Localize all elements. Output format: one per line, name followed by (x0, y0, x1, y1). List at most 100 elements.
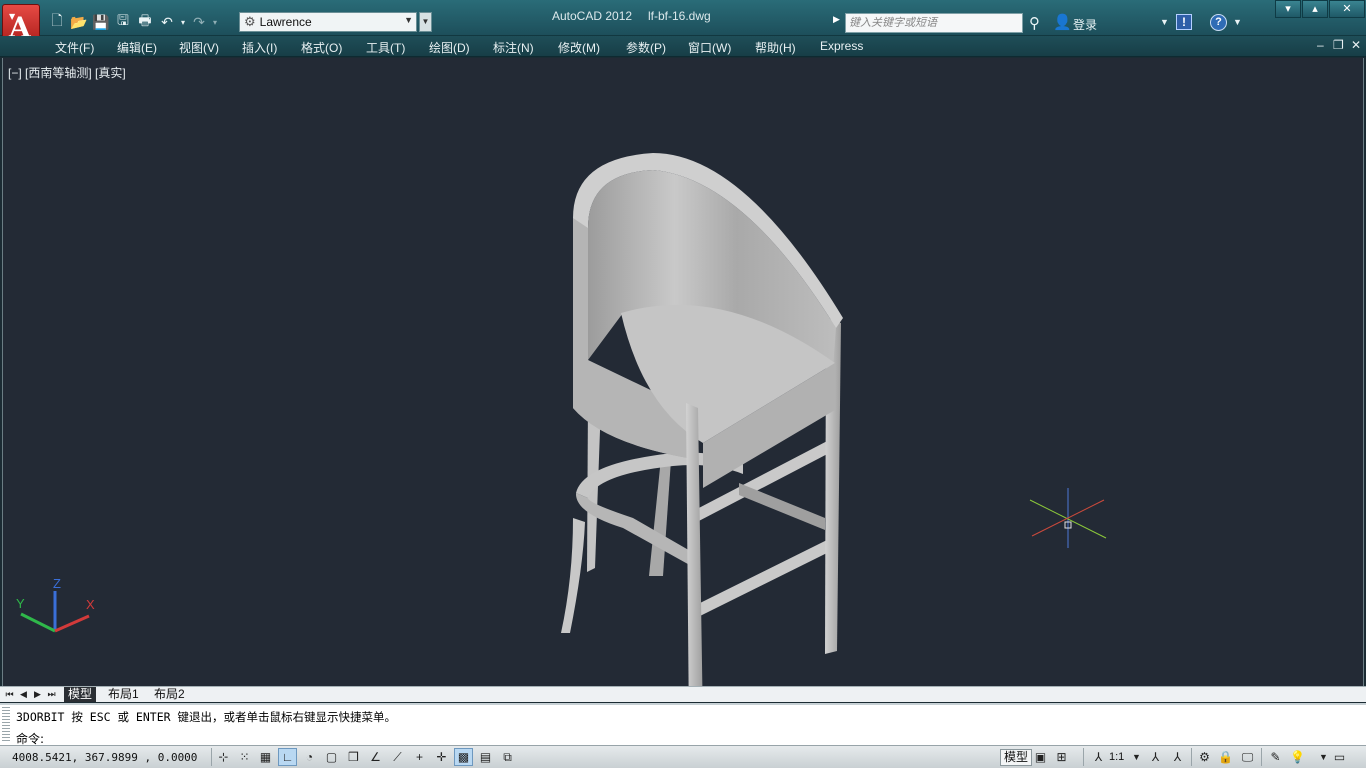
ucs-y-label: Y (16, 596, 25, 611)
gear-icon: ⚙ (244, 14, 256, 29)
tab-model[interactable]: 模型 (64, 687, 97, 702)
drawing-viewport[interactable]: [−] [西南等轴测] [真实] Z Y X (2, 58, 1364, 698)
search-expand-icon[interactable]: ▶ (833, 14, 843, 25)
quick-access-toolbar: 🗋 📂 💾 🖫 🖶 ↶ ▾ ↷ ▾ (46, 12, 220, 31)
transparency-icon[interactable]: ▩ (454, 748, 473, 766)
front-left-leg (686, 403, 703, 698)
maximize-window-button[interactable]: ▴ (1302, 0, 1328, 18)
command-line-grip[interactable] (2, 707, 10, 743)
auto-scale-icon[interactable]: ⅄ (1168, 748, 1187, 766)
grid-display-icon[interactable]: ▦ (256, 748, 275, 766)
new-file-icon[interactable]: 🗋 (46, 12, 68, 31)
ucs-icon: Z Y X (16, 576, 95, 633)
drawing-minimize-button[interactable]: – (1317, 38, 1324, 52)
annotation-monitor-icon[interactable]: ✎ (1266, 748, 1285, 766)
help-icon[interactable]: ? (1210, 14, 1227, 31)
drawing-close-button[interactable]: ✕ (1351, 38, 1361, 52)
model-space-button[interactable]: 模型 (1000, 749, 1033, 766)
front-stretcher (698, 538, 833, 616)
drawing-restore-button[interactable]: ❐ (1333, 38, 1344, 52)
lineweight-icon[interactable]: ✛ (432, 748, 451, 766)
chevron-down-icon: ▼ (404, 15, 413, 25)
minimize-window-button[interactable]: ▾ (1275, 0, 1301, 18)
menu-help[interactable]: 帮助(H) (755, 39, 796, 56)
layout-tabs-bar: ⏮ ◀ ▶ ⏭ 模型 布局1 布局2 (0, 686, 1366, 702)
search-input[interactable]: 键入关键字或短语 (845, 13, 1023, 33)
menu-tools[interactable]: 工具(T) (366, 39, 405, 56)
polar-tracking-icon[interactable]: ◔ (300, 748, 319, 766)
chevron-down-icon[interactable]: ▼ (1160, 17, 1169, 27)
annotation-scale-icon[interactable]: ⅄ (1089, 748, 1108, 766)
menu-modify[interactable]: 修改(M) (558, 39, 600, 56)
clean-screen-icon[interactable]: ▭ (1330, 748, 1349, 766)
object-snap-tracking-icon[interactable]: ∠ (366, 748, 385, 766)
infer-constraints-icon[interactable]: ⊹ (214, 748, 233, 766)
dynamic-ucs-icon[interactable]: ⟋ (388, 748, 407, 766)
status-divider (211, 748, 212, 766)
menu-dimension[interactable]: 标注(N) (493, 39, 534, 56)
dynamic-input-icon[interactable]: + (410, 748, 429, 766)
status-bar: 4008.5421, 367.9899 , 0.0000 ⊹ ⁙ ▦ ∟ ◔ ▢… (0, 745, 1366, 768)
command-line[interactable]: 3DORBIT 按 ESC 或 ENTER 键退出，或者单击鼠标右键显示快捷菜单… (0, 703, 1366, 746)
command-history: 3DORBIT 按 ESC 或 ENTER 键退出，或者单击鼠标右键显示快捷菜单… (16, 710, 396, 724)
isolate-objects-icon[interactable]: 💡 (1288, 748, 1307, 766)
save-as-icon[interactable]: 🖫 (112, 12, 134, 31)
chevron-down-icon: ▼ (9, 11, 16, 21)
tab-layout1[interactable]: 布局1 (104, 687, 143, 702)
chevron-down-icon[interactable]: ▼ (1127, 748, 1146, 766)
login-label[interactable]: 登录 (1073, 16, 1097, 33)
hardware-acceleration-icon[interactable]: 🖵 (1238, 748, 1257, 766)
binoculars-icon[interactable]: ⚲ (1029, 14, 1040, 32)
open-file-icon[interactable]: 📂 (68, 13, 90, 31)
rear-stretcher (739, 483, 825, 530)
coordinate-readout[interactable]: 4008.5421, 367.9899 , 0.0000 (12, 751, 197, 764)
workspace-select[interactable]: ⚙ Lawrence ▼ (239, 12, 417, 32)
menu-file[interactable]: 文件(F) (55, 39, 94, 56)
redo-icon[interactable]: ↷ (188, 13, 210, 31)
menu-parametric[interactable]: 参数(P) (626, 39, 666, 56)
qat-customize-button[interactable]: ▼ (419, 12, 432, 32)
status-divider (1191, 748, 1192, 766)
close-window-button[interactable]: ✕ (1329, 0, 1365, 18)
annotation-scale-value[interactable]: 1:1 (1109, 751, 1124, 763)
user-icon[interactable]: 👤 (1053, 13, 1072, 31)
prev-tab-icon[interactable]: ◀ (18, 688, 29, 701)
exchange-apps-icon[interactable]: ! (1176, 14, 1192, 30)
status-divider (1261, 748, 1262, 766)
quick-view-layouts-icon[interactable]: ▣ (1031, 748, 1050, 766)
last-tab-icon[interactable]: ⏭ (46, 688, 57, 701)
quick-properties-icon[interactable]: ▤ (476, 748, 495, 766)
menu-window[interactable]: 窗口(W) (688, 39, 731, 56)
print-icon[interactable]: 🖶 (134, 12, 156, 31)
menu-bar: 文件(F) 编辑(E) 视图(V) 插入(I) 格式(O) 工具(T) 绘图(D… (0, 36, 1366, 57)
bar-stool-model (561, 153, 843, 698)
annotation-visibility-icon[interactable]: ⅄ (1146, 748, 1165, 766)
save-icon[interactable]: 💾 (90, 13, 112, 31)
workspace-value: Lawrence (259, 15, 312, 29)
ucs-x-label: X (86, 597, 95, 612)
viewport-controls-label[interactable]: [−] [西南等轴测] [真实] (8, 64, 126, 81)
3d-object-snap-icon[interactable]: ❒ (344, 748, 363, 766)
quick-view-drawings-icon[interactable]: ⊞ (1052, 748, 1071, 766)
menu-edit[interactable]: 编辑(E) (117, 39, 157, 56)
snap-mode-icon[interactable]: ⁙ (235, 748, 254, 766)
selection-cycling-icon[interactable]: ⧉ (498, 748, 517, 766)
redo-dropdown-icon[interactable]: ▾ (210, 13, 220, 31)
lock-icon[interactable]: 🔒 (1216, 748, 1235, 766)
chevron-down-icon[interactable]: ▼ (1233, 17, 1242, 27)
undo-dropdown-icon[interactable]: ▾ (178, 13, 188, 31)
object-snap-icon[interactable]: ▢ (322, 748, 341, 766)
undo-icon[interactable]: ↶ (156, 13, 178, 31)
tab-layout2[interactable]: 布局2 (150, 687, 189, 702)
menu-format[interactable]: 格式(O) (301, 39, 342, 56)
menu-insert[interactable]: 插入(I) (242, 39, 277, 56)
cursor-crosshair (1029, 488, 1107, 548)
next-tab-icon[interactable]: ▶ (32, 688, 43, 701)
ortho-mode-icon[interactable]: ∟ (278, 748, 297, 766)
first-tab-icon[interactable]: ⏮ (4, 688, 15, 701)
menu-view[interactable]: 视图(V) (179, 39, 219, 56)
menu-express[interactable]: Express (820, 39, 863, 53)
status-divider (1083, 748, 1084, 766)
workspace-switching-icon[interactable]: ⚙ (1195, 748, 1214, 766)
menu-draw[interactable]: 绘图(D) (429, 39, 470, 56)
